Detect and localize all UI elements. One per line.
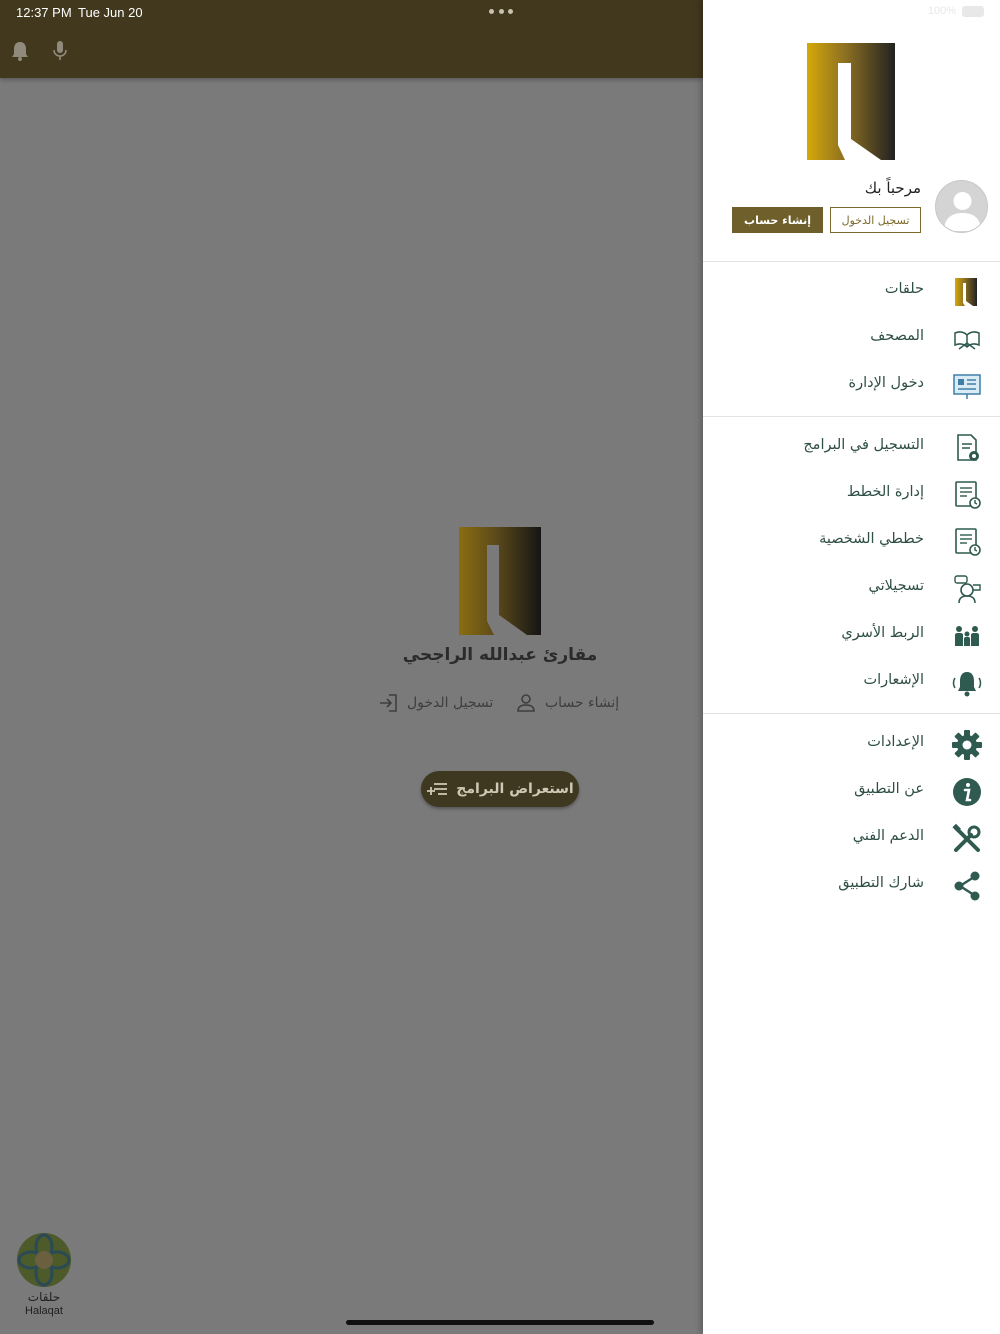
background-app: 12:37 PM Tue Jun 20 مقارئ عبدالله الراجح… bbox=[0, 0, 703, 1334]
admin-board-icon bbox=[953, 374, 981, 399]
menu-item-settings[interactable]: الإعدادات bbox=[703, 725, 1000, 765]
menu-item-admin-login[interactable]: دخول الإدارة bbox=[703, 366, 1000, 406]
menu-item-label: حلقات bbox=[884, 281, 924, 297]
menu-item-label: خططي الشخصية bbox=[819, 531, 924, 547]
family-icon bbox=[955, 626, 979, 646]
open-book-icon bbox=[954, 331, 980, 350]
doc-clock-icon bbox=[955, 481, 981, 509]
status-date: Tue Jun 20 bbox=[78, 5, 143, 20]
info-icon bbox=[953, 778, 981, 806]
gear-icon bbox=[952, 730, 982, 760]
battery-percent: 100% bbox=[927, 5, 956, 17]
menu-item-label: عن التطبيق bbox=[854, 781, 924, 797]
menu-item-label: الربط الأسري bbox=[841, 625, 924, 641]
brand-name: مقارئ عبدالله الراجحي bbox=[402, 645, 598, 665]
bell-icon[interactable] bbox=[10, 40, 30, 62]
menu-item-program-registration[interactable]: التسجيل في البرامج bbox=[703, 428, 1000, 468]
menu-item-mushaf[interactable]: المصحف bbox=[703, 319, 1000, 359]
login-link[interactable]: تسجيل الدخول bbox=[377, 692, 493, 714]
menu-item-plans-management[interactable]: إدارة الخطط bbox=[703, 475, 1000, 515]
menu-item-notifications[interactable]: الإشعارات bbox=[703, 663, 1000, 703]
navigation-drawer: 100% مرحباً بك تسجيل الدخول إنشاء حساب ح… bbox=[703, 0, 1000, 1334]
home-indicator[interactable] bbox=[346, 1320, 654, 1325]
microphone-icon[interactable] bbox=[50, 40, 70, 62]
battery-status: 100% bbox=[928, 5, 984, 17]
menu-item-support[interactable]: الدعم الفني bbox=[703, 819, 1000, 859]
menu-item-my-plans[interactable]: خططي الشخصية bbox=[703, 522, 1000, 562]
create-account-label: إنشاء حساب bbox=[545, 695, 620, 711]
bottom-logo-label-ar: حلقات bbox=[27, 1290, 61, 1304]
reciter-icon bbox=[954, 575, 981, 604]
welcome-text: مرحباً بك bbox=[864, 179, 921, 197]
login-label: تسجيل الدخول bbox=[407, 695, 494, 711]
create-account-link[interactable]: إنشاء حساب bbox=[515, 692, 619, 714]
brand-logo bbox=[459, 527, 541, 635]
menu-item-label: الإعدادات bbox=[867, 734, 924, 750]
doc-gear-icon bbox=[957, 434, 979, 461]
drawer-brand-logo bbox=[807, 43, 895, 160]
tools-icon bbox=[952, 823, 981, 852]
user-icon bbox=[517, 694, 535, 712]
battery-icon bbox=[962, 5, 984, 17]
menu-item-label: دخول الإدارة bbox=[848, 375, 924, 391]
menu-item-label: المصحف bbox=[870, 328, 924, 344]
doc-clock-icon bbox=[955, 528, 981, 556]
multitask-dots-icon[interactable] bbox=[489, 9, 513, 15]
menu-item-label: شارك التطبيق bbox=[838, 875, 924, 891]
menu-item-label: الإشعارات bbox=[863, 672, 924, 688]
login-button[interactable]: تسجيل الدخول bbox=[830, 207, 921, 233]
menu-item-halaqat[interactable]: حلقات bbox=[703, 272, 1000, 312]
playlist-add-icon bbox=[427, 783, 448, 795]
login-arrow-icon bbox=[380, 694, 397, 712]
share-icon bbox=[954, 871, 980, 901]
menu-item-label: التسجيل في البرامج bbox=[803, 437, 924, 453]
status-time: 12:37 PM bbox=[16, 5, 72, 20]
drawer-divider bbox=[703, 416, 1000, 417]
drawer-divider bbox=[703, 713, 1000, 714]
app-header: 12:37 PM Tue Jun 20 bbox=[0, 0, 703, 78]
menu-item-label: تسجيلاتي bbox=[868, 578, 924, 594]
browse-programs-button[interactable]: استعراض البرامج bbox=[421, 771, 579, 807]
menu-item-label: الدعم الفني bbox=[852, 828, 924, 844]
signup-button[interactable]: إنشاء حساب bbox=[732, 207, 823, 233]
bell-icon bbox=[952, 672, 982, 697]
menu-item-label: إدارة الخطط bbox=[846, 484, 924, 500]
avatar[interactable] bbox=[935, 180, 988, 233]
halaqat-logo-icon bbox=[955, 278, 977, 306]
menu-item-about[interactable]: عن التطبيق bbox=[703, 772, 1000, 812]
user-silhouette-icon bbox=[944, 192, 981, 231]
browse-programs-label: استعراض البرامج bbox=[456, 781, 574, 797]
bottom-logo-label-en: Halaqat bbox=[25, 1305, 63, 1317]
drawer-divider bbox=[703, 261, 1000, 262]
menu-item-share-app[interactable]: شارك التطبيق bbox=[703, 866, 1000, 906]
menu-item-my-recordings[interactable]: تسجيلاتي bbox=[703, 569, 1000, 609]
halaqat-logo-icon bbox=[17, 1233, 71, 1287]
menu-item-family-link[interactable]: الربط الأسري bbox=[703, 616, 1000, 656]
